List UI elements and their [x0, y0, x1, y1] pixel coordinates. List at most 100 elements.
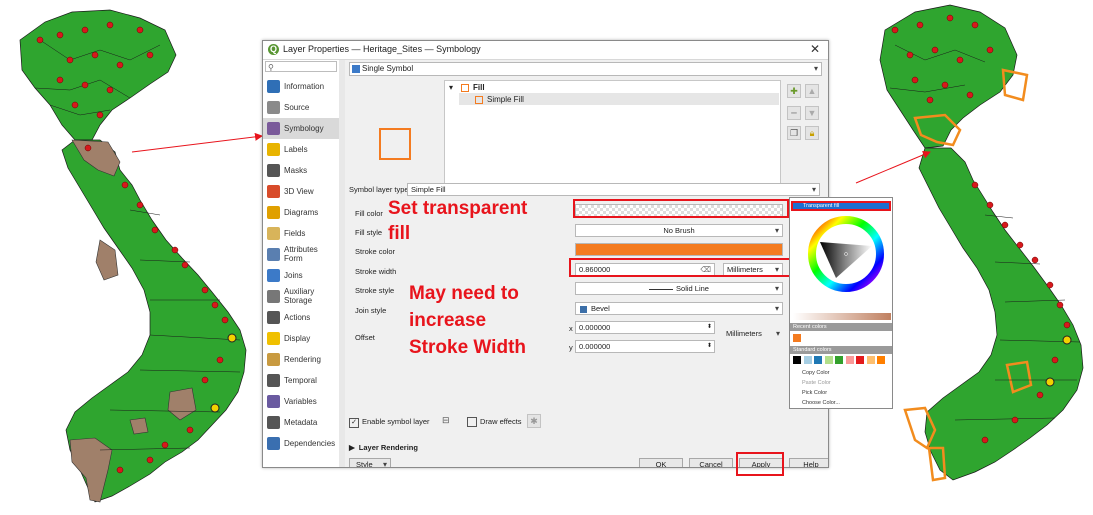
- display-icon: [267, 332, 280, 345]
- sidebar-item-display[interactable]: Display: [263, 328, 339, 349]
- sidebar-item-label: Temporal: [284, 376, 317, 385]
- fields-icon: [267, 227, 280, 240]
- style-button[interactable]: Style: [349, 458, 391, 467]
- sidebar-item-information[interactable]: Information: [263, 76, 339, 97]
- color-picker-popup: Transparent fill Recent colors Standard …: [789, 197, 893, 409]
- color-swatch[interactable]: [845, 356, 854, 364]
- symbol-layer-tree[interactable]: ▾ Fill Simple Fill: [444, 80, 781, 192]
- help-button[interactable]: Help: [789, 458, 828, 467]
- sidebar-item-label: Dependencies: [284, 439, 336, 448]
- enable-symbol-layer-label: Enable symbol layer: [362, 417, 430, 426]
- arrow-to-symbology: [131, 132, 263, 153]
- offset-x-input[interactable]: 0.000000 ⬍: [575, 321, 715, 334]
- move-down-button[interactable]: ▼: [805, 106, 819, 120]
- color-swatch[interactable]: [824, 356, 833, 364]
- transparent-fill-label: Transparent fill: [803, 203, 840, 209]
- color-swatch[interactable]: [866, 356, 875, 364]
- color-swatch[interactable]: [793, 356, 801, 364]
- effects-button[interactable]: ✱: [527, 414, 541, 428]
- sidebar-item-symbology[interactable]: Symbology: [263, 118, 339, 139]
- fill-symbol-preview: [379, 128, 411, 160]
- stroke-width-label: Stroke width: [355, 267, 397, 276]
- sidebar-item-attributes-form[interactable]: Attributes Form: [263, 244, 339, 265]
- symbol-layer-type-select[interactable]: Simple Fill: [407, 183, 820, 196]
- cancel-button[interactable]: Cancel: [689, 458, 733, 467]
- sidebar-item-dependencies[interactable]: Dependencies: [263, 433, 339, 454]
- color-swatch[interactable]: [814, 356, 822, 364]
- tree-item-fill[interactable]: Fill: [473, 83, 485, 92]
- color-swatch[interactable]: [877, 356, 885, 364]
- sidebar-search-input[interactable]: ⚲: [265, 61, 337, 72]
- offset-y-input[interactable]: 0.000000 ⬍: [575, 340, 715, 353]
- offset-y-value: 0.000000: [579, 342, 611, 351]
- 3d-view-icon: [267, 185, 280, 198]
- pick-color-item[interactable]: Pick Color: [802, 390, 827, 396]
- join-style-select[interactable]: Bevel: [575, 302, 783, 315]
- sidebar-item-temporal[interactable]: Temporal: [263, 370, 339, 391]
- lock-layer-button[interactable]: 🔒︎: [805, 126, 819, 140]
- auxiliary-storage-icon: [267, 290, 280, 303]
- duplicate-layer-button[interactable]: ❐: [787, 126, 801, 140]
- paste-color-item[interactable]: Paste Color: [802, 380, 831, 386]
- offset-unit-select[interactable]: Millimeters: [723, 328, 783, 341]
- stroke-color-label: Stroke color: [355, 247, 396, 256]
- sidebar-item-label: 3D View: [284, 187, 314, 196]
- sidebar-item-label: Masks: [284, 166, 308, 175]
- enable-symbol-layer-checkbox[interactable]: ✓ Enable symbol layer: [349, 417, 430, 428]
- sidebar-scrollbar[interactable]: [339, 60, 345, 467]
- recent-color-swatch[interactable]: [793, 334, 801, 342]
- sidebar-item-actions[interactable]: Actions: [263, 307, 339, 328]
- tree-expand-icon[interactable]: ▾: [449, 83, 453, 92]
- move-up-button[interactable]: ▲: [805, 84, 819, 98]
- color-wheel[interactable]: [808, 216, 884, 292]
- ok-button[interactable]: OK: [639, 458, 683, 467]
- opacity-slider[interactable]: [793, 313, 891, 320]
- spin-icon[interactable]: ⬍: [707, 322, 712, 333]
- layer-rendering-label: Layer Rendering: [358, 443, 418, 452]
- draw-effects-checkbox[interactable]: Draw effects: [467, 417, 522, 428]
- close-button[interactable]: ✕: [810, 42, 820, 56]
- stroke-color-button[interactable]: [575, 243, 783, 256]
- joins-icon: [267, 269, 280, 282]
- sidebar-item-joins[interactable]: Joins: [263, 265, 339, 286]
- copy-color-item[interactable]: Copy Color: [802, 370, 830, 376]
- data-defined-icon[interactable]: ⊟: [442, 415, 450, 426]
- color-swatch[interactable]: [856, 356, 864, 364]
- rendering-icon: [267, 353, 280, 366]
- window-title: Layer Properties — Heritage_Sites — Symb…: [283, 44, 481, 54]
- color-swatch[interactable]: [835, 356, 843, 364]
- sidebar-item-labels[interactable]: Labels: [263, 139, 339, 160]
- annotation-line: fill: [388, 223, 411, 244]
- sidebar-item-auxiliary-storage[interactable]: Auxiliary Storage: [263, 286, 339, 307]
- choose-color-item[interactable]: Choose Color...: [802, 400, 840, 406]
- fill-style-select[interactable]: No Brush: [575, 224, 783, 237]
- sidebar-item-variables[interactable]: Variables: [263, 391, 339, 412]
- annotation-line: increase: [409, 310, 487, 331]
- stroke-style-select[interactable]: Solid Line: [575, 282, 783, 295]
- sidebar-item-3d-view[interactable]: 3D View: [263, 181, 339, 202]
- remove-layer-button[interactable]: ━: [787, 106, 801, 120]
- sidebar-item-masks[interactable]: Masks: [263, 160, 339, 181]
- sidebar-item-source[interactable]: Source: [263, 97, 339, 118]
- bevel-icon: [580, 305, 587, 313]
- spin-icon[interactable]: ⬍: [707, 341, 712, 352]
- stroke-style-label: Stroke style: [355, 286, 395, 295]
- sidebar-item-label: Symbology: [284, 124, 324, 133]
- sidebar-item-diagrams[interactable]: Diagrams: [263, 202, 339, 223]
- tree-item-simple-fill[interactable]: Simple Fill: [487, 95, 524, 104]
- sidebar-item-metadata[interactable]: Metadata: [263, 412, 339, 433]
- sidebar-item-fields[interactable]: Fields: [263, 223, 339, 244]
- labels-icon: [267, 143, 280, 156]
- renderer-select[interactable]: Single Symbol: [349, 62, 822, 76]
- symbol-preview: [349, 80, 441, 200]
- offset-y-label: y: [569, 343, 573, 352]
- layer-rendering-section[interactable]: ▶ Layer Rendering: [349, 443, 418, 452]
- layer-properties-dialog: Q Layer Properties — Heritage_Sites — Sy…: [262, 40, 829, 468]
- metadata-icon: [267, 416, 280, 429]
- transparent-fill-item[interactable]: Transparent fill: [791, 201, 891, 211]
- add-layer-button[interactable]: ✚: [787, 84, 801, 98]
- color-swatch[interactable]: [803, 356, 812, 364]
- sidebar-item-label: Actions: [284, 313, 311, 322]
- symbology-icon: [267, 122, 280, 135]
- sidebar-item-rendering[interactable]: Rendering: [263, 349, 339, 370]
